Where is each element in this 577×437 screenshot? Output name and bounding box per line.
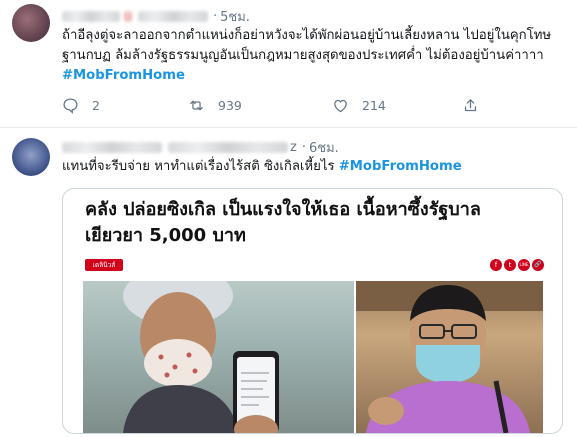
retweet-icon <box>190 100 203 110</box>
like-count: 214 <box>362 97 386 113</box>
card-photo <box>83 281 543 433</box>
retweet-count: 939 <box>218 97 242 113</box>
tweet[interactable]: · 5ชม. ถ้าอีลุงตู่จะลาออกจากตำแหน่งก็อย่… <box>0 0 577 128</box>
link-card[interactable]: คลัง ปล่อยซิงเกิล เป็นแรงใจให้เธอ เนื้อห… <box>62 188 563 434</box>
card-headline: คลัง ปล่อยซิงเกิล เป็นแรงใจให้เธอ เนื้อห… <box>85 199 481 246</box>
share-button[interactable] <box>462 94 479 116</box>
tweet-time[interactable]: 5ชม. <box>220 6 250 27</box>
tweet-text-content: ถ้าอีลุงตู่จะลาออกจากตำแหน่งก็อย่าหวังจะ… <box>62 28 552 63</box>
hashtag-link[interactable]: #MobFromHome <box>62 68 185 83</box>
photo-woman-with-phone <box>83 281 354 433</box>
blurred-display-name[interactable] <box>62 11 120 22</box>
tweet-text: ถ้าอีลุงตู่จะลาออกจากตำแหน่งก็อย่าหวังจะ… <box>62 26 567 86</box>
reply-count: 2 <box>92 97 100 113</box>
blurred-emoji <box>124 11 132 22</box>
tweet-time[interactable]: 6ชม. <box>309 137 339 158</box>
heart-icon <box>334 99 347 112</box>
facebook-icon: f <box>490 259 502 271</box>
hashtag-link[interactable]: #MobFromHome <box>339 159 462 174</box>
woman-illustration <box>123 281 279 433</box>
photo-man-in-meeting <box>356 281 543 433</box>
handle-tail: z <box>290 140 297 155</box>
blurred-handle[interactable] <box>138 11 208 22</box>
share-icon <box>464 98 477 111</box>
reply-icon <box>63 97 78 114</box>
avatar[interactable] <box>12 4 50 42</box>
tweet-header: · 5ชม. <box>62 6 250 27</box>
blurred-display-name[interactable] <box>62 142 162 153</box>
retweet-button[interactable]: 939 <box>188 94 242 116</box>
dot-separator: · <box>301 140 306 155</box>
blurred-handle[interactable] <box>168 142 288 153</box>
avatar[interactable] <box>12 138 50 176</box>
tweet[interactable]: z · 6ชม. แทนที่จะรีบจ่าย หาทำแต่เรื่องไร… <box>0 128 577 437</box>
twitter-icon: t <box>504 259 516 271</box>
tweet-actions: 2 939 214 <box>62 94 542 116</box>
man-illustration <box>356 281 543 433</box>
dot-separator: · <box>213 9 218 24</box>
tweet-header: z · 6ชม. <box>62 137 339 158</box>
line-icon: LINE <box>518 259 530 271</box>
reply-button[interactable]: 2 <box>62 94 100 116</box>
tweet-text: แทนที่จะรีบจ่าย หาทำแต่เรื่องไร้สติ ซิงเ… <box>62 157 567 177</box>
link-icon: 🔗 <box>532 259 544 271</box>
like-button[interactable]: 214 <box>332 94 386 116</box>
source-badge: เดลินิวส์ออนไลน์ <box>85 259 123 281</box>
tweet-text-content: แทนที่จะรีบจ่าย หาทำแต่เรื่องไร้สติ ซิงเ… <box>62 159 339 174</box>
